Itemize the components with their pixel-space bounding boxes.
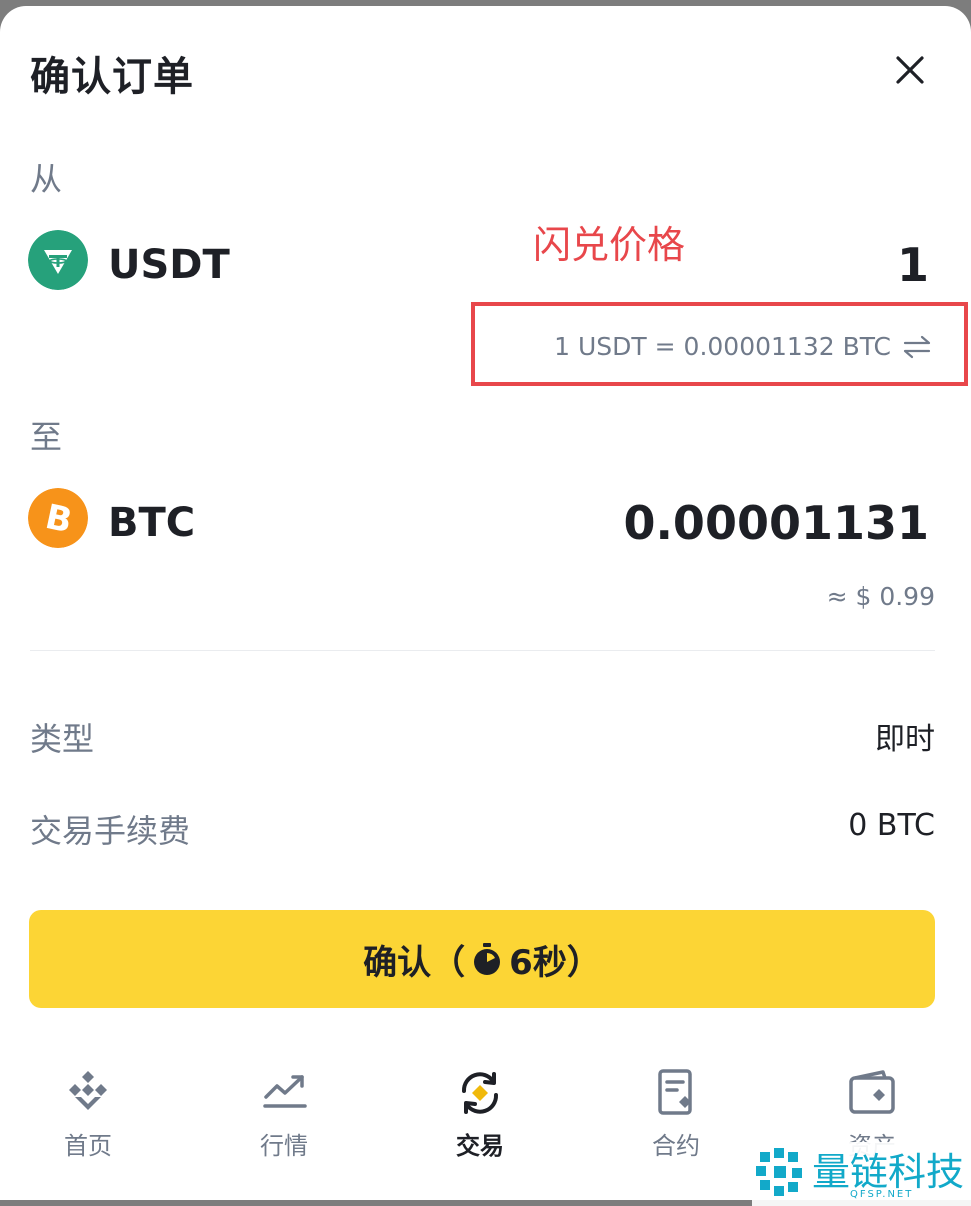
swap-arrows-icon[interactable]: [902, 332, 932, 362]
trade-icon: [462, 1072, 498, 1114]
from-coin-name: USDT: [108, 242, 230, 288]
close-icon[interactable]: [890, 50, 930, 90]
markets-icon: [263, 1075, 307, 1108]
nav-markets-label: 行情: [260, 1132, 308, 1160]
fee-label: 交易手续费: [30, 812, 191, 850]
type-value: 即时: [875, 722, 935, 757]
exchange-rate: 1 USDT = 0.00001132 BTC: [554, 332, 891, 361]
to-amount: 0.00001131: [623, 496, 929, 550]
tether-icon: [28, 230, 88, 290]
confirm-order-sheet: 确认订单 从 USDT 1 闪兑价格 1 USDT = 0.00001132 B…: [0, 6, 971, 1206]
confirm-countdown: 6秒）: [509, 942, 601, 983]
to-coin-name: BTC: [108, 500, 196, 546]
type-label: 类型: [30, 720, 95, 758]
wallet-icon: [849, 1070, 895, 1114]
fee-value: 0 BTC: [848, 808, 935, 843]
futures-icon: [658, 1069, 692, 1115]
nav-futures-label: 合约: [652, 1132, 700, 1160]
timer-icon: [474, 943, 501, 975]
watermark-text: 量链科技: [812, 1150, 965, 1194]
from-amount: 1: [896, 238, 929, 292]
nav-item-futures[interactable]: 合约: [606, 1066, 746, 1176]
nav-item-trade[interactable]: 交易: [410, 1066, 550, 1176]
watermark-logo-icon: [756, 1148, 802, 1196]
divider: [30, 650, 935, 651]
nav-item-home[interactable]: 首页: [18, 1066, 158, 1176]
nav-home-label: 首页: [64, 1132, 112, 1160]
from-label: 从: [30, 160, 63, 198]
annotation-label: 闪兑价格: [533, 223, 686, 267]
watermark-subtext: QFSP.NET: [850, 1189, 914, 1200]
confirm-label: 确认（: [363, 942, 466, 983]
nav-item-markets[interactable]: 行情: [214, 1066, 354, 1176]
usd-equivalent: ≈ $ 0.99: [826, 582, 935, 611]
page-title: 确认订单: [30, 54, 194, 100]
to-label: 至: [30, 418, 63, 456]
home-icon: [69, 1071, 107, 1110]
nav-trade-label: 交易: [456, 1132, 504, 1160]
bitcoin-icon: B: [28, 488, 88, 548]
confirm-button[interactable]: 确认（ 6秒）: [29, 910, 935, 1008]
